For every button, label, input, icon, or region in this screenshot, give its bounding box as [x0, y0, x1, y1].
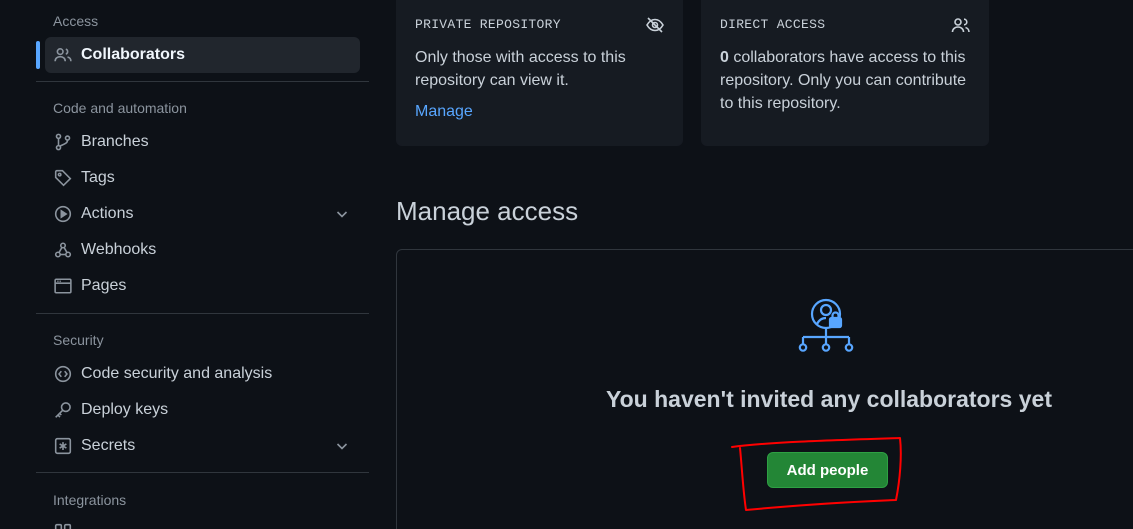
sidebar-item-label: Code security and analysis: [81, 365, 273, 382]
sidebar-item-label: Pages: [81, 277, 127, 294]
eye-closed-icon: [646, 17, 664, 33]
sidebar-item-actions[interactable]: Actions: [45, 196, 360, 232]
chevron-down-icon[interactable]: [334, 206, 350, 222]
sidebar-item-label: Deploy keys: [81, 401, 169, 418]
sidebar-item-label: Collaborators: [81, 46, 186, 63]
sidebar-heading-code: Code and automation: [53, 100, 187, 116]
settings-sidebar: Access Collaborators Code and automation…: [0, 0, 370, 529]
sidebar-item-collaborators[interactable]: Collaborators: [45, 37, 360, 73]
chevron-down-icon[interactable]: [334, 438, 350, 454]
sidebar-item-deploy-keys[interactable]: Deploy keys: [45, 392, 360, 428]
git-branch-icon: [53, 132, 73, 152]
sidebar-divider: [36, 81, 369, 82]
direct-access-card: DIRECT ACCESS 0 collaborators have acces…: [701, 0, 989, 146]
active-indicator: [36, 41, 40, 69]
people-lock-network-icon: [798, 298, 854, 352]
people-icon: [53, 45, 73, 65]
asterisk-icon: [53, 436, 73, 456]
empty-state-message: You haven't invited any collaborators ye…: [606, 386, 1052, 412]
sidebar-heading-access: Access: [53, 13, 99, 29]
sidebar-divider: [36, 313, 369, 314]
settings-page: Access Collaborators Code and automation…: [0, 0, 1133, 529]
manage-link[interactable]: Manage: [415, 103, 473, 121]
manage-access-panel: You haven't invited any collaborators ye…: [396, 249, 1133, 529]
sidebar-item-label: Actions: [81, 205, 134, 222]
browser-icon: [53, 276, 73, 296]
tag-icon: [53, 168, 73, 188]
sidebar-item-webhooks[interactable]: Webhooks: [45, 232, 360, 268]
sidebar-item-pages[interactable]: Pages: [45, 268, 360, 304]
add-people-button[interactable]: Add people: [767, 452, 888, 488]
play-icon: [53, 204, 73, 224]
sidebar-heading-security: Security: [53, 332, 104, 348]
sidebar-item-code-security[interactable]: Code security and analysis: [45, 356, 360, 392]
sidebar-item-label: Secrets: [81, 437, 136, 454]
private-repository-card: PRIVATE REPOSITORY Only those with acces…: [396, 0, 683, 146]
sidebar-item-partial[interactable]: [45, 514, 360, 529]
apps-icon: [53, 522, 73, 529]
manage-access-title: Manage access: [396, 196, 579, 226]
card-label: PRIVATE REPOSITORY: [415, 17, 561, 32]
sidebar-item-branches[interactable]: Branches: [45, 124, 360, 160]
sidebar-item-label: Branches: [81, 133, 149, 150]
card-description: 0 collaborators have access to this repo…: [720, 46, 970, 115]
direct-access-text: collaborators have access to this reposi…: [720, 49, 967, 112]
card-label: DIRECT ACCESS: [720, 17, 826, 32]
codescan-icon: [53, 364, 73, 384]
sidebar-heading-integrations: Integrations: [53, 492, 127, 508]
collaborator-count: 0: [720, 49, 729, 66]
sidebar-item-label: Tags: [81, 169, 115, 186]
card-description: Only those with access to this repositor…: [415, 49, 626, 89]
key-icon: [53, 400, 73, 420]
sidebar-item-label: Webhooks: [81, 241, 157, 258]
webhook-icon: [53, 240, 73, 260]
sidebar-divider: [36, 472, 369, 473]
sidebar-item-tags[interactable]: Tags: [45, 160, 360, 196]
sidebar-item-secrets[interactable]: Secrets: [45, 428, 360, 464]
people-icon: [951, 18, 970, 33]
